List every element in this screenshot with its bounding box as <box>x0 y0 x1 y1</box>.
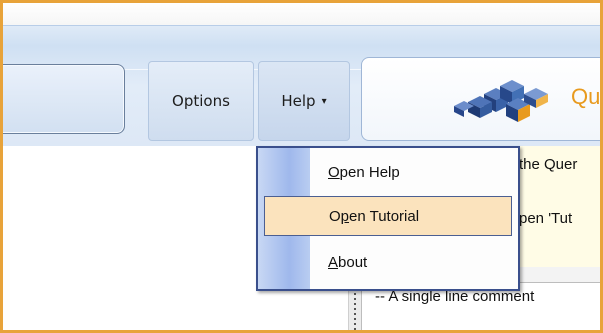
menu-hotkey: O <box>328 163 340 181</box>
ribbon-group-box[interactable] <box>3 64 125 134</box>
menu-label-pre: O <box>329 207 341 225</box>
info-line-2: pen 'Tut <box>519 210 573 227</box>
title-bar <box>3 3 600 25</box>
menu-item-open-help[interactable]: Open Help <box>264 152 512 192</box>
cube-logo-icon <box>454 80 548 122</box>
logo-text: Qu <box>571 84 601 109</box>
options-button-label: Options <box>172 92 230 110</box>
menu-hotkey: p <box>340 207 350 225</box>
options-button[interactable]: Options <box>148 61 254 141</box>
help-button[interactable]: Help ▾ <box>258 61 350 141</box>
help-dropdown-menu: Open Help Open Tutorial About <box>256 146 520 291</box>
menu-label-rest: en Tutorial <box>349 207 420 225</box>
app-window: Options Help ▾ Qu the Quer pen 'Tut -- A… <box>0 0 603 333</box>
logo-panel <box>361 57 600 141</box>
menu-item-label: About <box>328 254 367 271</box>
menu-label-rest: pen Help <box>339 163 400 181</box>
menu-item-about[interactable]: About <box>264 242 512 282</box>
help-button-label: Help <box>281 92 316 110</box>
menu-item-label: Open Tutorial <box>329 208 419 225</box>
splitter-grip[interactable] <box>354 288 356 330</box>
menu-hotkey: A <box>328 253 339 271</box>
menu-label-rest: bout <box>338 253 368 271</box>
info-line-1: the Quer <box>519 156 578 173</box>
menu-item-open-tutorial[interactable]: Open Tutorial <box>264 196 512 236</box>
chevron-down-icon: ▾ <box>321 95 327 107</box>
menu-item-label: Open Help <box>328 164 400 181</box>
